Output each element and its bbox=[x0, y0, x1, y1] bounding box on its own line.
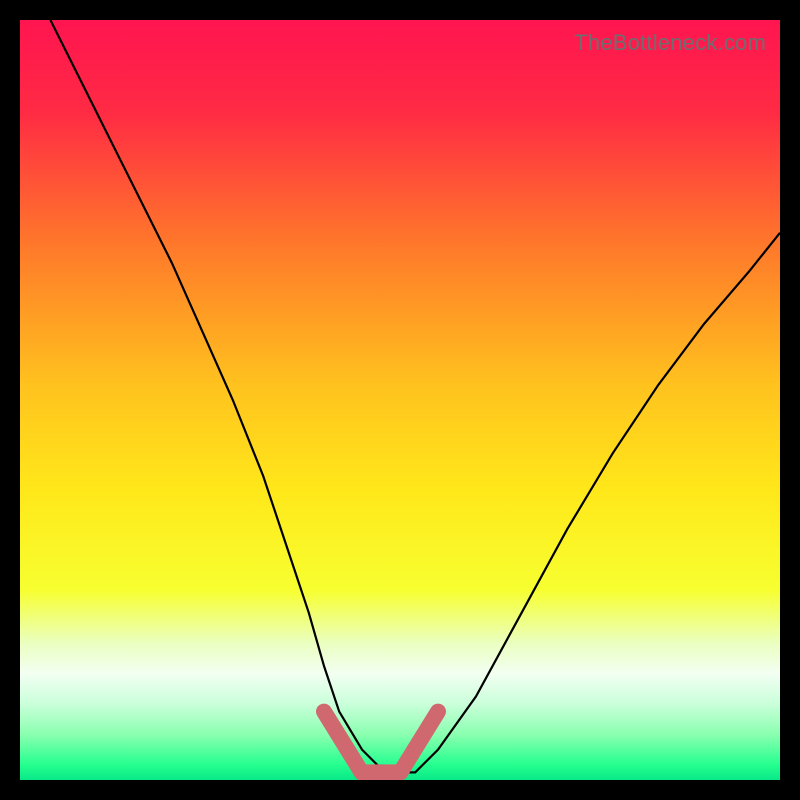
chart-frame: TheBottleneck.com bbox=[10, 10, 790, 790]
bottleneck-chart bbox=[20, 20, 780, 780]
plot-area: TheBottleneck.com bbox=[20, 20, 780, 780]
watermark-text: TheBottleneck.com bbox=[574, 30, 766, 56]
gradient-background bbox=[20, 20, 780, 780]
